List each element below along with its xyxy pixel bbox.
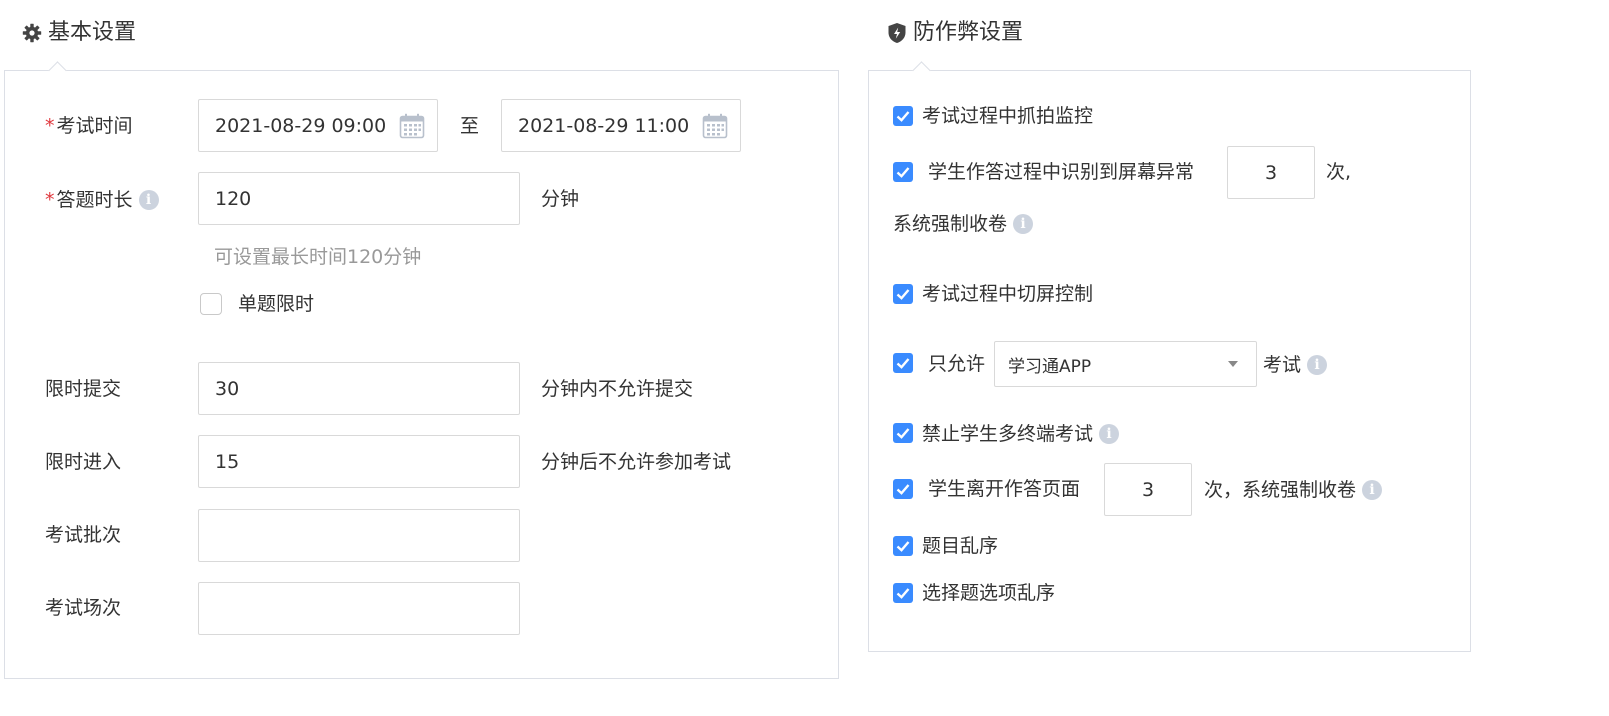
submit-limit-label: 限时提交 [45, 378, 122, 400]
screen-anomaly-suffix: 次, [1326, 161, 1352, 183]
switch-control-checkbox[interactable] [893, 284, 913, 304]
shield-icon [887, 22, 907, 44]
anticheat-settings-title: 防作弊设置 [887, 22, 1023, 44]
leave-page-checkbox[interactable] [893, 479, 913, 499]
screen-anomaly-line2: 系统强制收卷 i [893, 212, 1034, 235]
basic-settings-title-text: 基本设置 [48, 20, 137, 45]
multi-terminal-label-text: 禁止学生多终端考试 [922, 422, 1094, 445]
only-allow-prefix: 只允许 [928, 353, 986, 375]
entry-limit-value: 15 [215, 450, 240, 473]
basic-settings-title: 基本设置 [22, 22, 136, 44]
duration-value: 120 [215, 187, 252, 210]
panel-notch [48, 61, 67, 80]
duration-hint: 可设置最长时间120分钟 [214, 246, 422, 268]
submit-limit-input[interactable]: 30 [198, 362, 520, 415]
required-mark: * [45, 188, 55, 211]
leave-page-count-input[interactable]: 3 [1104, 463, 1192, 516]
entry-limit-label: 限时进入 [45, 451, 122, 473]
capture-monitor-checkbox[interactable] [893, 106, 913, 126]
only-allow-checkbox[interactable] [893, 353, 913, 373]
leave-page-prefix: 学生离开作答页面 [928, 478, 1081, 500]
duration-input[interactable]: 120 [198, 172, 520, 225]
exam-end-datetime-input[interactable]: 2021-08-29 11:00 [501, 99, 741, 152]
leave-page-suffix-text: 次，系统强制收卷 [1204, 478, 1357, 501]
exam-batch-label: 考试批次 [45, 524, 122, 546]
entry-limit-input[interactable]: 15 [198, 435, 520, 488]
info-icon[interactable]: i [1362, 480, 1383, 500]
only-allow-suffix: 考试 i [1263, 353, 1328, 376]
multi-terminal-checkbox[interactable] [893, 423, 913, 443]
shuffle-options-label: 选择题选项乱序 [922, 582, 1056, 604]
duration-label: * 答题时长 i [45, 190, 159, 210]
single-limit-label: 单题限时 [238, 293, 315, 315]
leave-page-suffix: 次，系统强制收卷 i [1204, 478, 1383, 501]
capture-monitor-label: 考试过程中抓拍监控 [922, 105, 1094, 127]
info-icon[interactable]: i [1013, 214, 1034, 234]
shuffle-questions-label: 题目乱序 [922, 535, 999, 557]
exam-session-label: 考试场次 [45, 597, 122, 619]
exam-time-label-text: 考试时间 [56, 115, 133, 137]
calendar-icon[interactable] [399, 113, 437, 139]
screen-anomaly-label: 学生作答过程中识别到屏幕异常 [928, 161, 1195, 183]
exam-session-input[interactable] [198, 582, 520, 635]
screen-anomaly-count-value: 3 [1264, 161, 1278, 184]
info-icon[interactable]: i [1307, 355, 1328, 375]
screen-anomaly-line2-text: 系统强制收卷 [893, 212, 1008, 235]
shuffle-questions-checkbox[interactable] [893, 536, 913, 556]
submit-limit-value: 30 [215, 377, 240, 400]
exam-time-label: * 考试时间 [45, 117, 133, 136]
exam-batch-input[interactable] [198, 509, 520, 562]
single-limit-checkbox[interactable] [200, 293, 222, 315]
date-range-separator: 至 [460, 115, 480, 137]
gear-icon [22, 23, 42, 43]
multi-terminal-label: 禁止学生多终端考试 i [922, 422, 1120, 445]
duration-label-text: 答题时长 [56, 188, 133, 211]
duration-unit: 分钟 [541, 188, 580, 210]
client-type-selected: 学习通APP [1008, 356, 1092, 377]
screen-anomaly-checkbox[interactable] [893, 162, 913, 182]
anticheat-settings-title-text: 防作弊设置 [913, 20, 1024, 45]
submit-limit-unit: 分钟内不允许提交 [541, 378, 694, 400]
required-mark: * [45, 115, 55, 137]
calendar-icon[interactable] [702, 113, 740, 139]
switch-control-label: 考试过程中切屏控制 [922, 283, 1094, 305]
exam-start-value: 2021-08-29 09:00 [215, 114, 387, 137]
panel-notch [912, 61, 931, 80]
dropdown-arrow-icon [1228, 361, 1238, 367]
screen-anomaly-count-input[interactable]: 3 [1227, 146, 1315, 199]
only-allow-suffix-text: 考试 [1263, 353, 1302, 376]
client-type-select[interactable]: 学习通APP [994, 341, 1257, 387]
shuffle-options-checkbox[interactable] [893, 583, 913, 603]
entry-limit-unit: 分钟后不允许参加考试 [541, 451, 732, 473]
exam-start-datetime-input[interactable]: 2021-08-29 09:00 [198, 99, 438, 152]
exam-end-value: 2021-08-29 11:00 [518, 114, 690, 137]
info-icon[interactable]: i [1099, 424, 1120, 444]
leave-page-count-value: 3 [1141, 478, 1155, 501]
info-icon[interactable]: i [138, 190, 159, 210]
